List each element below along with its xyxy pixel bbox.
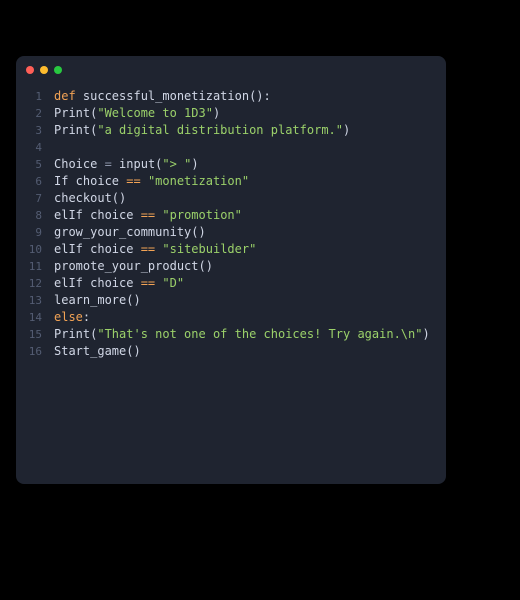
code-line: 12 elIf choice == "D" [16,275,446,292]
line-number: 3 [16,122,54,139]
code-line: 8 elIf choice == "promotion" [16,207,446,224]
line-number: 7 [16,190,54,207]
minimize-icon[interactable] [40,66,48,74]
line-content [54,139,61,156]
line-number: 8 [16,207,54,224]
line-content: learn_more() [54,292,141,309]
line-content: Print("a digital distribution platform."… [54,122,350,139]
code-editor: 1 def successful_monetization(): 2 Print… [16,56,446,484]
code-block: 1 def successful_monetization(): 2 Print… [16,84,446,370]
line-content: Print("That's not one of the choices! Tr… [54,326,430,343]
code-line: 15 Print("That's not one of the choices!… [16,326,446,343]
line-number: 12 [16,275,54,292]
line-content: def successful_monetization(): [54,88,271,105]
window-titlebar [16,56,446,84]
code-line: 6 If choice == "monetization" [16,173,446,190]
code-line: 16 Start_game() [16,343,446,360]
close-icon[interactable] [26,66,34,74]
code-line: 5 Choice = input("> ") [16,156,446,173]
code-line: 14 else: [16,309,446,326]
line-number: 4 [16,139,54,156]
line-number: 15 [16,326,54,343]
line-content: grow_your_community() [54,224,206,241]
code-line: 11 promote_your_product() [16,258,446,275]
line-number: 6 [16,173,54,190]
line-content: Print("Welcome to 1D3") [54,105,220,122]
code-line: 2 Print("Welcome to 1D3") [16,105,446,122]
line-number: 14 [16,309,54,326]
line-content: elIf choice == "promotion" [54,207,242,224]
code-line: 10 elIf choice == "sitebuilder" [16,241,446,258]
code-line: 3 Print("a digital distribution platform… [16,122,446,139]
line-content: checkout() [54,190,126,207]
line-content: elIf choice == "sitebuilder" [54,241,256,258]
code-line: 7 checkout() [16,190,446,207]
line-content: Start_game() [54,343,141,360]
line-number: 11 [16,258,54,275]
code-line: 9 grow_your_community() [16,224,446,241]
line-number: 10 [16,241,54,258]
line-number: 5 [16,156,54,173]
line-content: Choice = input("> ") [54,156,199,173]
code-line: 4 [16,139,446,156]
line-content: else: [54,309,90,326]
maximize-icon[interactable] [54,66,62,74]
code-line: 13 learn_more() [16,292,446,309]
line-number: 1 [16,88,54,105]
line-content: elIf choice == "D" [54,275,184,292]
line-number: 16 [16,343,54,360]
line-number: 2 [16,105,54,122]
line-number: 9 [16,224,54,241]
line-content: If choice == "monetization" [54,173,249,190]
code-line: 1 def successful_monetization(): [16,88,446,105]
line-content: promote_your_product() [54,258,213,275]
line-number: 13 [16,292,54,309]
